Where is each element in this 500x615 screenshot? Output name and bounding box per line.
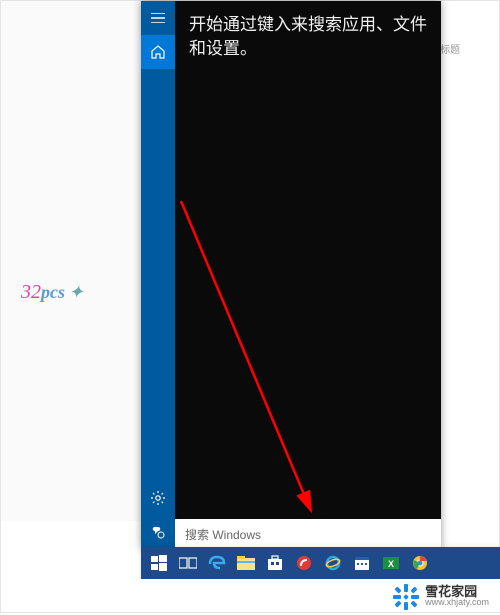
edge-icon[interactable] xyxy=(203,547,231,579)
ie-icon[interactable] xyxy=(319,547,347,579)
store-icon[interactable] xyxy=(261,547,289,579)
desktop-watermark-logo: 32pcs ✦ xyxy=(21,281,84,304)
logo-part1: 32 xyxy=(21,281,41,303)
watermark-logo-icon xyxy=(393,584,417,608)
file-explorer-icon[interactable] xyxy=(232,547,260,579)
app-red-icon[interactable] xyxy=(290,547,318,579)
chrome-icon[interactable] xyxy=(406,547,434,579)
watermark-url: www.xhjaty.com xyxy=(425,598,489,607)
feedback-icon[interactable] xyxy=(141,515,175,549)
desktop-background xyxy=(1,1,141,521)
watermark-title: 雪花家园 xyxy=(425,585,489,598)
home-icon[interactable] xyxy=(141,35,175,69)
search-results-area xyxy=(175,73,441,519)
task-view-icon[interactable] xyxy=(174,547,202,579)
start-search-panel: 开始通过键入来搜索应用、文件和设置。 搜索 Windows xyxy=(141,1,441,549)
svg-text:X: X xyxy=(388,559,394,569)
background-window: 标题 xyxy=(434,1,499,521)
start-button[interactable] xyxy=(145,547,173,579)
excel-icon[interactable]: X xyxy=(377,547,405,579)
search-input[interactable]: 搜索 Windows xyxy=(175,519,441,549)
logo-part2: pcs xyxy=(41,282,65,302)
background-window-label: 标题 xyxy=(435,1,499,56)
search-placeholder: 搜索 Windows xyxy=(185,526,261,543)
start-sidebar xyxy=(141,1,175,549)
settings-icon[interactable] xyxy=(141,481,175,515)
hamburger-icon[interactable] xyxy=(141,1,175,35)
search-hint-text: 开始通过键入来搜索应用、文件和设置。 xyxy=(175,1,441,73)
start-content: 开始通过键入来搜索应用、文件和设置。 搜索 Windows xyxy=(175,1,441,549)
calendar-icon[interactable] xyxy=(348,547,376,579)
watermark-text: 雪花家园 www.xhjaty.com xyxy=(425,585,489,607)
taskbar: X xyxy=(141,547,500,579)
watermark-footer: 雪花家园 www.xhjaty.com xyxy=(1,579,500,612)
